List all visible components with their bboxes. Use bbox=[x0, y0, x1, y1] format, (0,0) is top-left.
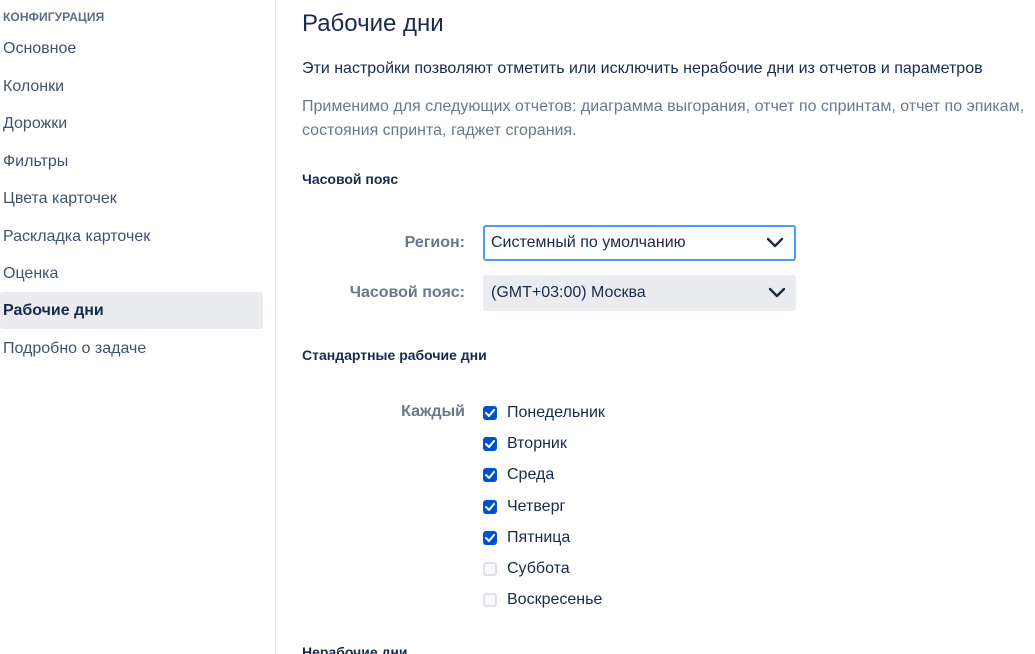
checkbox-sunday[interactable]: Воскресенье bbox=[483, 588, 602, 612]
workdays-section-title: Стандартные рабочие дни bbox=[302, 347, 487, 363]
checkbox-label: Пятница bbox=[507, 529, 571, 546]
checkbox-saturday[interactable]: Суббота bbox=[483, 557, 570, 581]
sidebar-item-filters[interactable]: Фильтры bbox=[0, 143, 263, 180]
sidebar-item-swimlanes[interactable]: Дорожки bbox=[0, 105, 263, 142]
timezone-label: Часовой пояс: bbox=[349, 284, 465, 301]
chevron-down-icon bbox=[766, 237, 784, 248]
applies-to-text-line1: Применимо для следующих отчетов: диаграм… bbox=[302, 98, 1025, 115]
every-label: Каждый bbox=[401, 403, 465, 420]
checkbox-friday[interactable]: Пятница bbox=[483, 526, 570, 550]
region-select-value: Системный по умолчанию bbox=[491, 234, 686, 251]
checkbox-label: Суббота bbox=[507, 560, 570, 577]
page-title: Рабочие дни bbox=[302, 10, 444, 37]
page-description: Эти настройки позволяют отметить или иск… bbox=[302, 60, 983, 77]
checkbox-label: Четверг bbox=[507, 498, 566, 515]
main-content: Рабочие дни Эти настройки позволяют отме… bbox=[277, 0, 1035, 654]
checkbox-tuesday[interactable]: Вторник bbox=[483, 432, 567, 456]
sidebar-item-general[interactable]: Основное bbox=[0, 30, 263, 67]
sidebar-item-card-colors[interactable]: Цвета карточек bbox=[0, 180, 263, 217]
sidebar-item-card-layout[interactable]: Раскладка карточек bbox=[0, 218, 263, 255]
checkbox-checked-icon[interactable] bbox=[483, 531, 497, 545]
checkbox-monday[interactable]: Понедельник bbox=[483, 401, 605, 425]
timezone-select-value: (GMT+03:00) Москва bbox=[491, 284, 646, 301]
checkbox-wednesday[interactable]: Среда bbox=[483, 463, 554, 487]
checkbox-checked-icon[interactable] bbox=[483, 437, 497, 451]
checkbox-checked-icon[interactable] bbox=[483, 500, 497, 514]
sidebar: КОНФИГУРАЦИЯ Основное Колонки Дорожки Фи… bbox=[0, 0, 276, 654]
sidebar-item-issue-detail[interactable]: Подробно о задаче bbox=[0, 330, 263, 367]
checkbox-label: Среда bbox=[507, 466, 555, 483]
checkbox-unchecked-icon[interactable] bbox=[483, 562, 497, 576]
checkbox-label: Воскресенье bbox=[507, 591, 603, 608]
checkbox-unchecked-icon[interactable] bbox=[483, 593, 497, 607]
sidebar-item-estimation[interactable]: Оценка bbox=[0, 255, 263, 292]
sidebar-item-columns[interactable]: Колонки bbox=[0, 68, 263, 105]
chevron-down-icon bbox=[768, 287, 786, 298]
checkbox-checked-icon[interactable] bbox=[483, 406, 497, 420]
region-label: Регион: bbox=[404, 234, 465, 251]
sidebar-item-working-days[interactable]: Рабочие дни bbox=[0, 292, 263, 329]
timezone-select[interactable]: (GMT+03:00) Москва bbox=[483, 275, 796, 311]
sidebar-heading: КОНФИГУРАЦИЯ bbox=[3, 10, 105, 24]
timezone-section-title: Часовой пояс bbox=[302, 171, 399, 187]
checkbox-checked-icon[interactable] bbox=[483, 468, 497, 482]
checkbox-label: Вторник bbox=[507, 435, 567, 452]
applies-to-text-line2: состояния спринта, гаджет сгорания. bbox=[302, 122, 577, 139]
checkbox-label: Понедельник bbox=[507, 404, 605, 421]
region-select[interactable]: Системный по умолчанию bbox=[483, 225, 796, 261]
checkbox-thursday[interactable]: Четверг bbox=[483, 495, 565, 519]
nonworking-section-title: Нерабочие дни bbox=[302, 644, 408, 654]
